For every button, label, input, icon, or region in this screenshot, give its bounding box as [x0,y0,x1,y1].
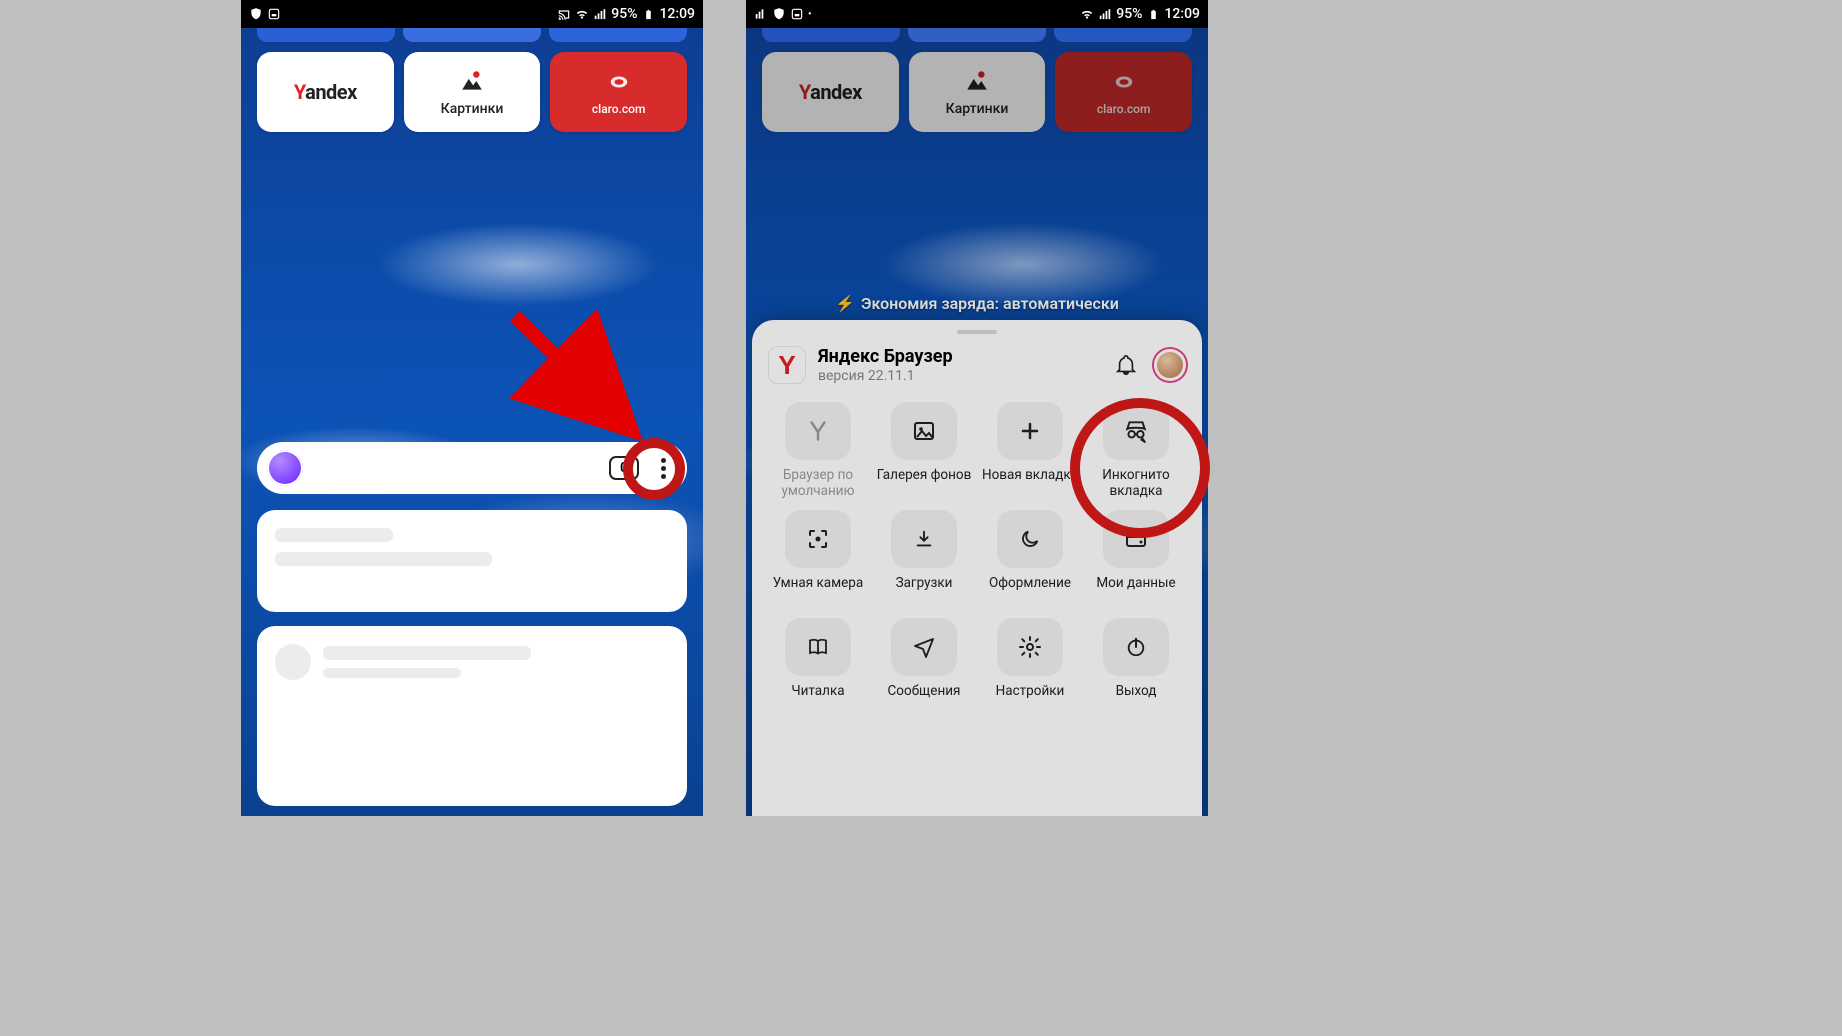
cast-icon [557,7,571,21]
menu-item-book[interactable]: Читалка [768,618,868,716]
menu-item-send[interactable]: Сообщения [874,618,974,716]
menu-item-label: Галерея фонов [877,468,972,500]
menu-item-label: Сообщения [888,684,961,716]
app-indicator-icon [790,7,804,21]
feed-card[interactable] [257,626,687,806]
menu-version: версия 22.11.1 [818,368,953,385]
speed-dial-tile-pictures[interactable]: Картинки [404,52,541,132]
yandex-logo-text: Yandex [294,80,357,104]
shield-icon [772,7,786,21]
menu-item-label: Загрузки [896,576,953,608]
menu-item-incognito[interactable]: Инкогнито вкладка [1086,402,1186,500]
avatar-icon [1154,349,1186,381]
signal-icon [1098,7,1112,21]
feed-card[interactable] [257,510,687,612]
status-bar: 95% 12:09 [241,0,703,28]
menu-item-plus[interactable]: Новая вкладка [980,402,1080,500]
tile-label: claro.com [592,102,646,116]
shield-icon [249,7,263,21]
chart-icon [754,7,768,21]
tile-label: claro.com [1097,102,1151,116]
menu-item-label: Мои данные [1096,576,1175,608]
app-indicator-icon [267,7,281,21]
peek-row [746,28,1208,42]
alice-assistant-icon[interactable] [267,450,303,486]
menu-item-power[interactable]: Выход [1086,618,1186,716]
speed-dial-row: Yandex Картинки claro.com [257,52,687,132]
signal-icon [593,7,607,21]
phone-screenshot-left: 95% 12:09 Yandex Картинки [241,0,703,816]
menu-item-label: Инкогнито вкладка [1086,468,1186,500]
menu-item-label: Новая вкладка [982,468,1078,500]
menu-item-scan[interactable]: Умная камера [768,510,868,608]
browser-menu-panel: Y Яндекс Браузер версия 22.11.1 Браузер … [752,320,1202,816]
notifications-button[interactable] [1110,349,1142,381]
clock-text: 12:09 [659,6,695,22]
speed-dial-tile-pictures[interactable]: Картинки [909,52,1046,132]
drag-handle[interactable] [957,330,997,334]
plus-icon [997,402,1063,460]
menu-grid: Браузер по умолчанию Галерея фонов Новая в… [768,402,1186,716]
image-icon [891,402,957,460]
menu-item-gear[interactable]: Настройки [980,618,1080,716]
menu-item-label: Выход [1116,684,1157,716]
tile-label: Картинки [946,101,1009,117]
wifi-icon [575,7,589,21]
clock-text: 12:09 [1164,6,1200,22]
menu-item-label: Умная камера [773,576,863,608]
yandex-logo-text: Yandex [799,80,862,104]
speed-dial-tile-yandex[interactable]: Yandex [762,52,899,132]
tab-count-button[interactable]: 0 [609,456,639,480]
status-bar: • 95% 12:09 [746,0,1208,28]
claro-icon [1110,68,1138,96]
profile-button[interactable] [1154,349,1186,381]
y-letter-icon [785,402,851,460]
paper-plane-icon [891,618,957,676]
home-screen: Yandex Картинки claro.com 0 [241,28,703,816]
power-icon [1103,618,1169,676]
bell-icon [1115,354,1137,376]
peek-row [241,28,703,42]
energy-saving-banner: ⚡ Экономия заряда: автоматически [746,294,1208,313]
mountain-icon [963,67,991,95]
battery-icon [1146,7,1160,21]
battery-text: 95% [1116,6,1142,22]
menu-item-image[interactable]: Галерея фонов [874,402,974,500]
menu-item-label: Оформление [989,576,1071,608]
download-icon [891,510,957,568]
menu-item-label: Браузер по умолчанию [768,468,868,500]
menu-title: Яндекс Браузер [818,346,953,368]
battery-icon [641,7,655,21]
wifi-icon [1080,7,1094,21]
battery-text: 95% [611,6,637,22]
kebab-menu-button[interactable] [647,452,679,484]
claro-icon [605,68,633,96]
moon-icon [997,510,1063,568]
book-icon [785,618,851,676]
menu-item-wallet[interactable]: Мои данные [1086,510,1186,608]
wallet-icon [1103,510,1169,568]
speed-dial-tile-yandex[interactable]: Yandex [257,52,394,132]
bolt-icon: ⚡ [835,294,855,313]
home-screen-dimmed: Yandex Картинки claro.com ⚡ Экономия зар… [746,28,1208,816]
menu-item-moon[interactable]: Оформление [980,510,1080,608]
speed-dial-row: Yandex Картинки claro.com [762,52,1192,132]
scan-icon [785,510,851,568]
menu-header: Y Яндекс Браузер версия 22.11.1 [768,346,1186,384]
menu-item-label: Читалка [791,684,844,716]
incognito-icon [1103,402,1169,460]
tile-label: Картинки [441,101,504,117]
yandex-browser-logo-icon: Y [768,346,806,384]
menu-item-y[interactable]: Браузер по умолчанию [768,402,868,500]
search-bar[interactable]: 0 [257,442,687,494]
phone-screenshot-right: • 95% 12:09 Yandex [746,0,1208,816]
gear-icon [997,618,1063,676]
menu-item-label: Настройки [996,684,1065,716]
speed-dial-tile-claro[interactable]: claro.com [1055,52,1192,132]
menu-item-download[interactable]: Загрузки [874,510,974,608]
speed-dial-tile-claro[interactable]: claro.com [550,52,687,132]
mountain-icon [458,67,486,95]
